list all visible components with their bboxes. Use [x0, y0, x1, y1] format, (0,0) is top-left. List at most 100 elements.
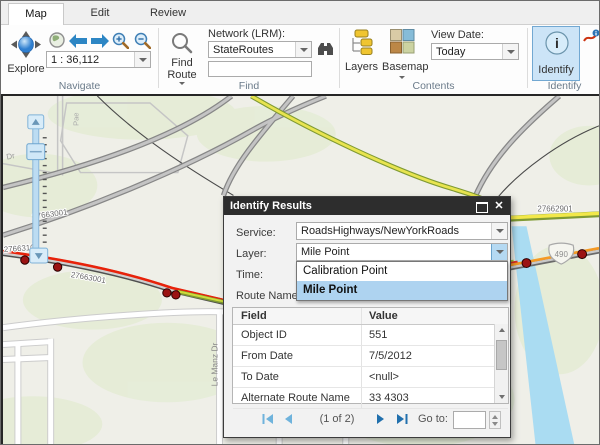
identify-icon: i: [544, 30, 570, 59]
field-cell: From Date: [241, 346, 361, 366]
view-date-label: View Date:: [431, 29, 484, 41]
network-lrm-value: StateRoutes: [213, 44, 293, 56]
identify-route-tool-button[interactable]: [583, 29, 600, 49]
maximize-button[interactable]: [476, 202, 488, 213]
view-date-combobox[interactable]: Today: [431, 43, 519, 60]
mile-point-marker: [21, 256, 29, 264]
value-cell: 33 4303: [369, 388, 479, 408]
table-row[interactable]: From Date 7/5/2012: [233, 346, 508, 367]
svg-text:i: i: [555, 35, 559, 51]
basemap-button[interactable]: Basemap: [382, 28, 422, 84]
mile-point-marker: [522, 259, 531, 268]
tab-edit[interactable]: Edit: [73, 3, 127, 24]
table-scrollbar[interactable]: [494, 324, 508, 403]
table-row[interactable]: To Date <null>: [233, 367, 508, 388]
group-label-contents: Contents: [340, 80, 527, 92]
column-header-field: Field: [241, 308, 361, 324]
next-page-button[interactable]: [374, 412, 388, 426]
column-divider: [361, 346, 362, 366]
table-row[interactable]: Object ID 551: [233, 325, 508, 346]
table-header-row: Field Value: [233, 308, 508, 325]
street-label: Le Manz Dr: [210, 343, 220, 387]
dropdown-option-calibration-point[interactable]: Calibration Point: [297, 262, 507, 281]
table-row[interactable]: Alternate Route Name 33 4303: [233, 388, 508, 409]
ribbon-tab-strip: Map Edit Review: [1, 1, 599, 25]
layers-button[interactable]: Layers: [345, 28, 377, 74]
forward-arrow-icon: [91, 34, 109, 48]
chevron-down-icon: [496, 250, 504, 254]
previous-page-button[interactable]: [281, 412, 295, 426]
globe-icon: [49, 32, 65, 48]
first-page-icon: [261, 412, 275, 426]
first-page-button[interactable]: [261, 412, 275, 426]
dialog-title-bar[interactable]: Identify Results ✕: [224, 197, 510, 215]
find-route-button[interactable]: Find Route: [163, 29, 201, 87]
zoom-out-icon: [134, 32, 151, 49]
mile-point-marker: [53, 263, 61, 271]
service-combobox[interactable]: RoadsHighways/NewYorkRoads: [296, 222, 508, 240]
chevron-down-icon: [399, 76, 405, 79]
dropdown-option-mile-point[interactable]: Mile Point: [297, 281, 507, 300]
dialog-title: Identify Results: [230, 200, 312, 212]
identify-results-dialog: Identify Results ✕ Service: RoadsHighway…: [223, 196, 511, 438]
value-cell: 551: [369, 325, 479, 345]
service-dropdown-button[interactable]: [491, 223, 507, 239]
field-cell: To Date: [241, 367, 361, 387]
group-label-navigate: Navigate: [1, 80, 158, 92]
field-cell: Alternate Route Name: [241, 388, 361, 408]
explore-button[interactable]: Explore: [5, 29, 47, 77]
layer-combobox[interactable]: Mile Point: [296, 243, 508, 261]
identify-button-label: Identify: [533, 64, 579, 76]
goto-input[interactable]: [453, 411, 486, 429]
last-page-icon: [395, 412, 409, 426]
tab-review[interactable]: Review: [139, 3, 197, 24]
scale-combobox[interactable]: 1 : 36,112: [46, 51, 151, 68]
network-lrm-combobox[interactable]: StateRoutes: [208, 41, 312, 58]
back-arrow-icon: [69, 34, 87, 48]
layer-dropdown-list: Calibration Point Mile Point: [296, 261, 508, 301]
scrollbar-up-button[interactable]: [495, 324, 508, 337]
layer-value: Mile Point: [301, 246, 489, 258]
street-label: Pae: [71, 113, 80, 126]
tab-map[interactable]: Map: [8, 3, 64, 26]
zoom-slider-track[interactable]: [33, 118, 39, 249]
view-date-dropdown-button[interactable]: [502, 44, 518, 59]
close-button[interactable]: ✕: [493, 199, 505, 213]
map-view[interactable]: 490 27663001 27663101 27663001 27662901 …: [1, 94, 600, 445]
chevron-down-icon: [139, 58, 147, 62]
next-page-icon: [374, 412, 388, 426]
full-extent-button[interactable]: [49, 32, 65, 53]
network-dropdown-button[interactable]: [295, 42, 311, 57]
binoculars-icon: [317, 42, 334, 56]
attribute-table: Field Value Object ID 551 From Date 7/5/…: [232, 307, 509, 404]
scale-dropdown-button[interactable]: [134, 52, 150, 67]
view-date-value: Today: [436, 46, 500, 58]
scrollbar-thumb[interactable]: [496, 340, 507, 370]
find-route-magnifier-icon: [170, 31, 194, 58]
application-window: Map Edit Review Explore: [0, 0, 600, 445]
route-name-label: Route Name:: [236, 290, 301, 302]
street-label: Dr: [6, 151, 16, 162]
identify-button[interactable]: i Identify: [532, 26, 580, 81]
basemap-label: Basemap: [382, 61, 422, 73]
column-divider: [361, 325, 362, 345]
goto-spinner[interactable]: [489, 411, 501, 429]
value-cell: 7/5/2012: [369, 346, 479, 366]
column-divider: [361, 367, 362, 387]
explore-label: Explore: [5, 63, 47, 75]
column-divider: [361, 388, 362, 408]
find-button[interactable]: [317, 42, 334, 61]
chevron-down-icon: [300, 48, 308, 52]
spinner-up-icon: [492, 415, 498, 419]
value-cell: <null>: [369, 367, 479, 387]
mile-point-marker: [172, 291, 180, 299]
network-lrm-label: Network (LRM):: [208, 28, 285, 40]
last-page-button[interactable]: [395, 412, 409, 426]
goto-label: Go to:: [418, 413, 448, 425]
group-separator: [339, 28, 340, 88]
scrollbar-down-button[interactable]: [495, 390, 508, 403]
triangle-up-icon: [499, 328, 505, 332]
route-input[interactable]: [208, 61, 312, 77]
field-cell: Object ID: [241, 325, 361, 345]
layer-dropdown-button[interactable]: [491, 244, 507, 260]
